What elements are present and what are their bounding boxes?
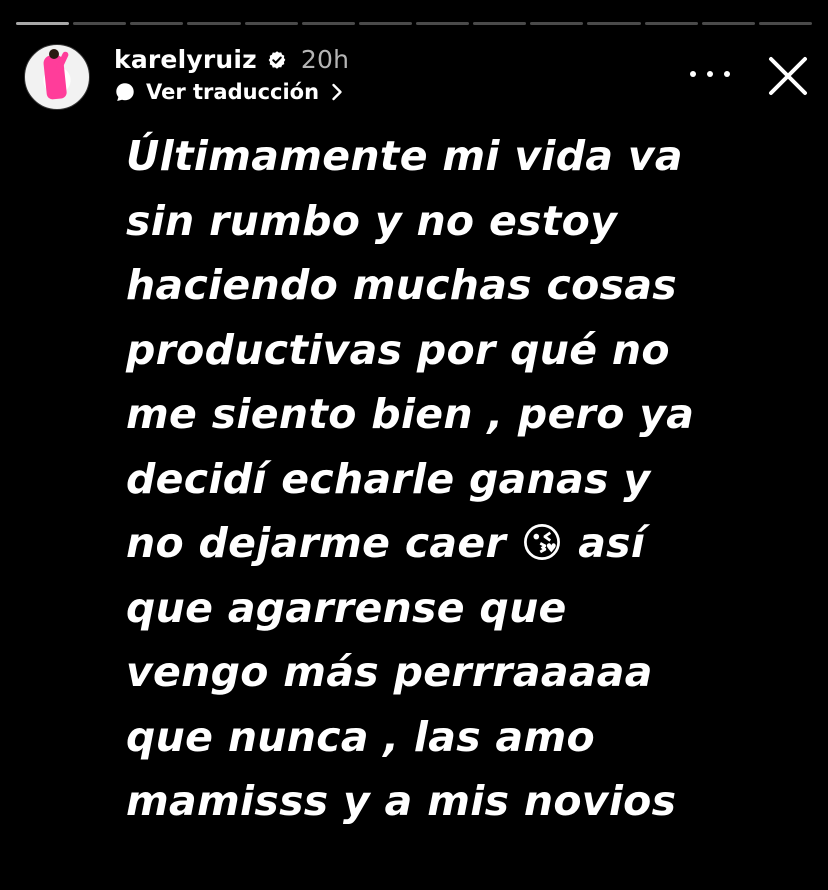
progress-segment [415,22,470,25]
username[interactable]: karelyruiz [114,42,257,78]
story-text-line: mamisss y a mis novios [126,777,677,825]
more-dot [707,71,713,77]
story-text-line: sin rumbo y no estoy [126,196,618,245]
translate-label[interactable]: Ver traducción [146,76,319,108]
progress-segment [473,22,527,25]
progress-segment [358,22,412,25]
story-text-line: productivas por qué no [126,325,670,374]
story-text-line: Últimamente mi vida va [126,132,683,180]
story-text-line: no dejarme caer 😘 así [126,519,646,567]
story-text-line: vengo más perrraaaaa [126,648,653,696]
close-icon[interactable] [768,56,808,96]
chevron-right-icon [332,83,342,101]
story-text: Últimamente mi vida va sin rumbo y no es… [126,124,766,834]
story-text-line: decidí echarle ganas y [126,454,651,503]
translate-link[interactable]: Ver traducción [114,76,343,108]
story-header-user[interactable]: karelyruiz 20h [114,42,349,78]
story-text-line: haciendo muchas cosas [126,261,677,309]
speech-bubble-icon [116,83,134,101]
story-progress-bar [16,22,812,25]
avatar[interactable] [24,44,90,110]
progress-segment [130,22,184,25]
progress-segment [701,22,755,25]
progress-segment [187,22,241,25]
progress-segment-active [16,22,70,25]
progress-segment [530,22,584,25]
progress-segment [587,22,641,25]
progress-segment [244,22,298,25]
progress-segment [301,22,355,25]
progress-segment [73,22,127,25]
story-text-line: me siento bien , pero ya [126,390,695,438]
story-text-line: que nunca , las amo [126,712,595,761]
more-options-icon[interactable] [690,66,730,82]
story-text-line: que agarrense que [126,583,567,632]
post-time: 20h [300,45,350,74]
avatar-head [49,49,59,59]
progress-segment [644,22,698,25]
more-dot [690,71,696,77]
verified-badge-icon [268,51,286,69]
progress-segment [758,22,812,25]
more-dot [724,71,730,77]
